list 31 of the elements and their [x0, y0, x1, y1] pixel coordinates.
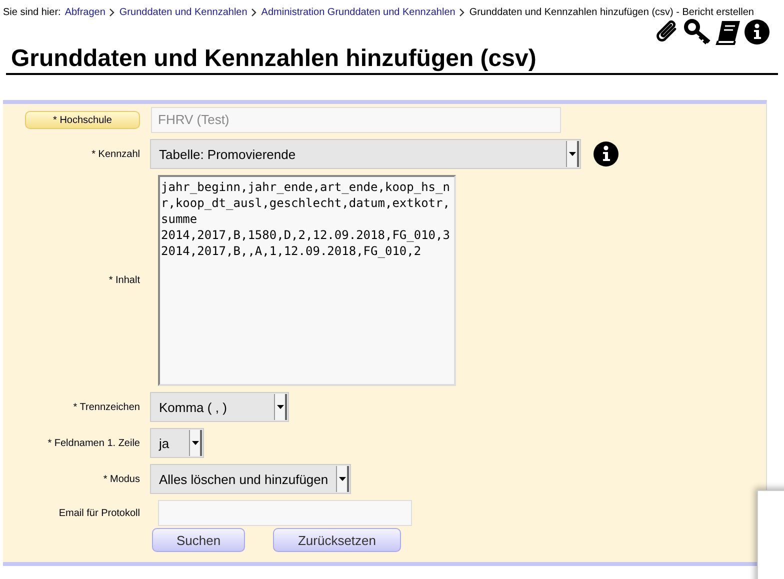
breadcrumb-label: Sie sind hier: — [3, 7, 61, 18]
dropdown[interactable]: Tabelle: Promovierende — [150, 139, 581, 169]
search-button[interactable]: Suchen — [152, 528, 245, 552]
dropdown[interactable]: Alles löschen und hinzufügen — [150, 464, 352, 494]
breadcrumb-link[interactable]: Abfragen — [64, 7, 106, 18]
reset-button[interactable]: Zurücksetzen — [273, 528, 401, 552]
chevron-icon — [459, 8, 466, 17]
info-icon[interactable] — [744, 19, 770, 45]
breadcrumb-current: Grunddaten und Kennzahlen hinzufügen (csv) - Bericht erstellen — [469, 7, 754, 18]
field-label: Email für Protokoll — [58, 508, 140, 518]
caret-icon — [192, 441, 198, 445]
chevron-icon — [251, 8, 258, 17]
breadcrumb-link[interactable]: Grunddaten und Kennzahlen — [119, 7, 248, 18]
field-label: * Feldnamen 1. Zeile — [48, 438, 140, 448]
book-icon[interactable] — [715, 19, 741, 45]
field-label: * Inhalt — [108, 275, 140, 286]
field-label: * Kennzahl — [92, 148, 140, 160]
caret-icon — [276, 405, 284, 409]
chevron-icon — [109, 8, 116, 17]
caret-icon — [338, 477, 346, 481]
field-label: * Modus — [103, 474, 140, 484]
field-label: * Trennzeichen — [73, 402, 140, 412]
caret-icon — [568, 152, 576, 156]
email-field[interactable] — [158, 500, 412, 526]
dropdown[interactable]: Komma ( , ) — [150, 392, 289, 422]
key-icon[interactable] — [684, 19, 712, 45]
info-icon[interactable] — [593, 141, 619, 167]
content-field[interactable]: jahr_beginn,jahr_ende,art_ende,koop_hs_nr,koop_dt_ausl,geschlecht,datum,extkotr,summe 2014,2017,B,1580,D,2,12.09.2018,FG_010,3 2014,2017,B,,A,1,12.09.2018,FG_010,2 — [158, 175, 456, 386]
dropdown[interactable]: ja — [150, 428, 204, 458]
breadcrumb-link[interactable]: Administration Grunddaten und Kennzahlen — [261, 7, 456, 18]
page-title: Grunddaten und Kennzahlen hinzufügen (csv) — [6, 45, 778, 75]
